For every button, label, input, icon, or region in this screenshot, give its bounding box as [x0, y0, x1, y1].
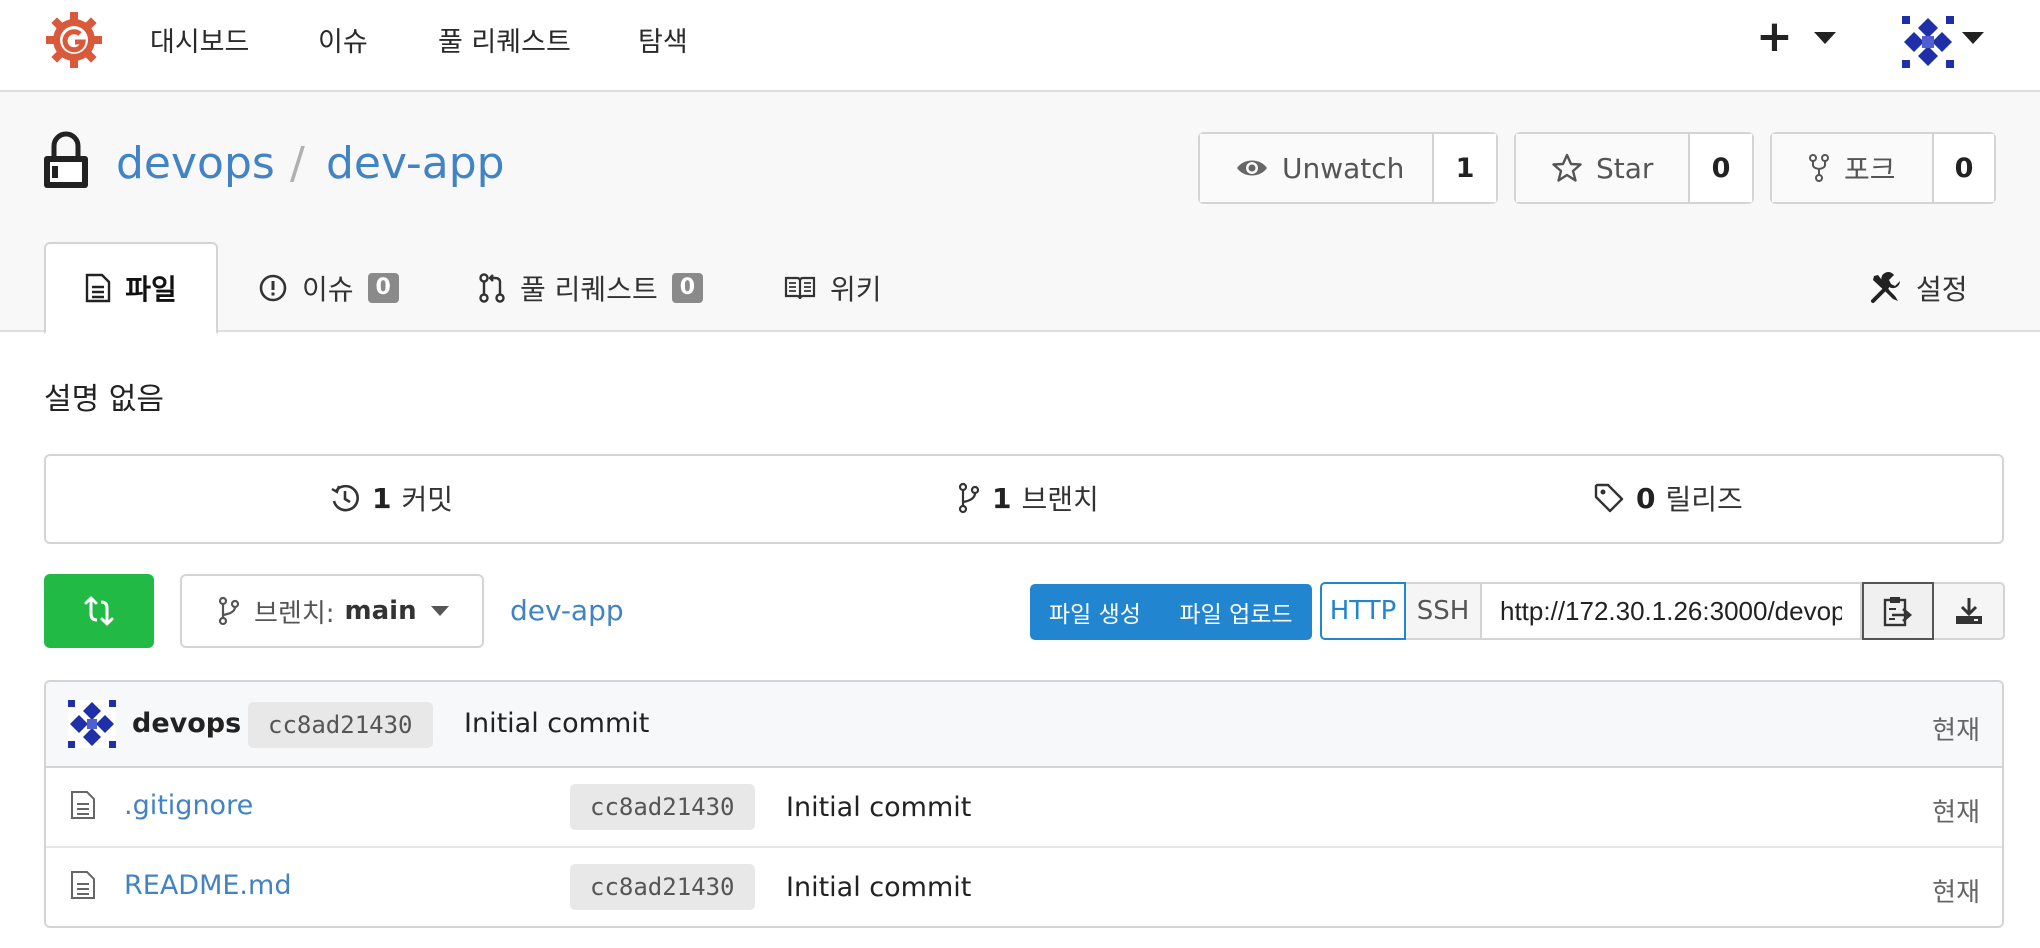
download-icon — [1955, 598, 1982, 624]
branches-label: 브랜치 — [1021, 483, 1099, 516]
commit-author-link[interactable]: devops — [132, 708, 241, 739]
commit-message: Initial commit — [464, 708, 650, 739]
commits-label: 커밋 — [401, 483, 454, 516]
nav-explore[interactable]: 탐색 — [638, 20, 688, 59]
commit-time: 현재 — [1932, 716, 1980, 746]
repo-path-separator: / — [290, 138, 305, 189]
new-file-button[interactable]: 파일 생성 — [1030, 584, 1160, 640]
gitea-logo-icon[interactable] — [46, 12, 102, 68]
star-icon — [1552, 153, 1582, 182]
fork-button-group: 포크 0 — [1770, 132, 1996, 204]
user-avatar[interactable] — [1902, 16, 1954, 68]
branch-dropdown-label: 브렌치: — [254, 598, 335, 629]
tab-issues[interactable]: 이슈 0 — [258, 244, 399, 332]
watch-count[interactable]: 1 — [1434, 134, 1496, 202]
file-commit-sha-link[interactable]: cc8ad21430 — [570, 784, 755, 830]
tab-settings-label: 설정 — [1916, 273, 1968, 306]
star-button[interactable]: Star — [1516, 134, 1690, 202]
issue-opened-icon — [259, 274, 287, 302]
author-avatar[interactable] — [68, 700, 116, 748]
tab-pull-requests[interactable]: 풀 리퀘스트 0 — [478, 244, 704, 332]
watch-button-group: Unwatch 1 — [1198, 132, 1498, 204]
file-commit-message[interactable]: Initial commit — [786, 792, 971, 823]
upload-file-button[interactable]: 파일 업로드 — [1160, 584, 1312, 640]
star-button-group: Star 0 — [1514, 132, 1754, 204]
tab-settings[interactable]: 설정 — [1870, 244, 1968, 332]
unwatch-button[interactable]: Unwatch — [1200, 134, 1434, 202]
user-menu-chevron-down-icon[interactable] — [1962, 32, 1984, 44]
commits-count: 1 — [372, 481, 392, 515]
clone-panel: HTTP SSH — [1320, 582, 2005, 640]
star-label: Star — [1596, 151, 1654, 185]
unwatch-label: Unwatch — [1282, 151, 1405, 185]
tab-wiki[interactable]: 위키 — [784, 244, 882, 332]
latest-commit-row: devops cc8ad21430 Initial commit 현재 — [46, 682, 2002, 768]
tab-files-label: 파일 — [125, 273, 177, 306]
tab-pull-requests-label: 풀 리퀘스트 — [520, 273, 658, 306]
nav-dashboard[interactable]: 대시보드 — [150, 20, 249, 59]
file-icon — [71, 871, 95, 899]
create-plus-button[interactable]: + — [1756, 12, 1793, 62]
chevron-down-icon — [430, 606, 449, 616]
repo-name-link[interactable]: dev-app — [326, 138, 505, 189]
nav-issues[interactable]: 이슈 — [318, 20, 368, 59]
compare-button[interactable] — [44, 574, 154, 648]
book-icon — [784, 276, 816, 300]
fork-icon — [1809, 154, 1829, 182]
repo-owner-link[interactable]: devops — [116, 138, 275, 189]
file-commit-message[interactable]: Initial commit — [786, 872, 971, 903]
copy-clone-url-button[interactable] — [1862, 582, 1934, 640]
eye-icon — [1237, 160, 1267, 176]
file-commit-time: 현재 — [1932, 878, 1980, 908]
branch-dropdown[interactable]: 브렌치: main — [180, 574, 484, 648]
file-commit-sha-link[interactable]: cc8ad21430 — [570, 864, 755, 910]
file-name-link[interactable]: README.md — [124, 870, 291, 901]
releases-stat[interactable]: 0 릴리즈 — [1594, 478, 1743, 518]
pulls-count-badge: 0 — [671, 273, 704, 303]
branches-count: 1 — [992, 481, 1012, 515]
git-branch-icon — [218, 596, 240, 626]
fork-button[interactable]: 포크 — [1772, 134, 1934, 202]
tab-wiki-label: 위키 — [830, 273, 882, 306]
repo-description: 설명 없음 — [44, 382, 164, 417]
table-row: README.md cc8ad21430 Initial commit 현재 — [46, 848, 2002, 926]
nav-pull-requests[interactable]: 풀 리퀘스트 — [438, 20, 571, 59]
branches-stat[interactable]: 1 브랜치 — [958, 478, 1099, 518]
top-navbar: 대시보드 이슈 풀 리퀘스트 탐색 + — [0, 0, 2040, 92]
file-actions-group: 파일 생성 파일 업로드 — [1030, 584, 1312, 640]
breadcrumb-repo-link[interactable]: dev-app — [510, 594, 624, 627]
file-name-link[interactable]: .gitignore — [124, 790, 253, 821]
commit-sha-link[interactable]: cc8ad21430 — [248, 702, 433, 748]
repo-stats-bar: 1 커밋 1 브랜치 0 릴리즈 — [44, 454, 2004, 544]
create-chevron-down-icon[interactable] — [1814, 32, 1836, 44]
lock-icon — [44, 131, 88, 188]
fork-label: 포크 — [1844, 153, 1896, 186]
releases-label: 릴리즈 — [1665, 483, 1743, 516]
file-table: devops cc8ad21430 Initial commit 현재 .git… — [44, 680, 2004, 928]
clone-http-button[interactable]: HTTP — [1320, 582, 1406, 640]
compare-icon — [84, 596, 114, 626]
file-icon — [71, 791, 95, 819]
clipboard-icon — [1883, 597, 1912, 627]
tag-icon — [1594, 483, 1624, 513]
issues-count-badge: 0 — [367, 273, 399, 303]
file-text-icon — [86, 273, 111, 303]
file-commit-time: 현재 — [1932, 798, 1980, 828]
branch-dropdown-value: main — [344, 596, 417, 626]
star-count[interactable]: 0 — [1690, 134, 1752, 202]
tab-issues-label: 이슈 — [302, 273, 354, 306]
history-icon — [331, 484, 359, 512]
git-pull-request-icon — [479, 273, 505, 303]
download-archive-button[interactable] — [1934, 582, 2005, 640]
tab-files[interactable]: 파일 — [44, 242, 218, 334]
commits-stat[interactable]: 1 커밋 — [330, 478, 453, 518]
releases-count: 0 — [1636, 481, 1656, 515]
fork-count[interactable]: 0 — [1934, 134, 1994, 202]
git-branch-icon — [958, 482, 980, 514]
clone-ssh-button[interactable]: SSH — [1406, 582, 1480, 640]
clone-url-input[interactable] — [1480, 582, 1862, 640]
table-row: .gitignore cc8ad21430 Initial commit 현재 — [46, 768, 2002, 848]
tools-icon — [1871, 272, 1901, 303]
